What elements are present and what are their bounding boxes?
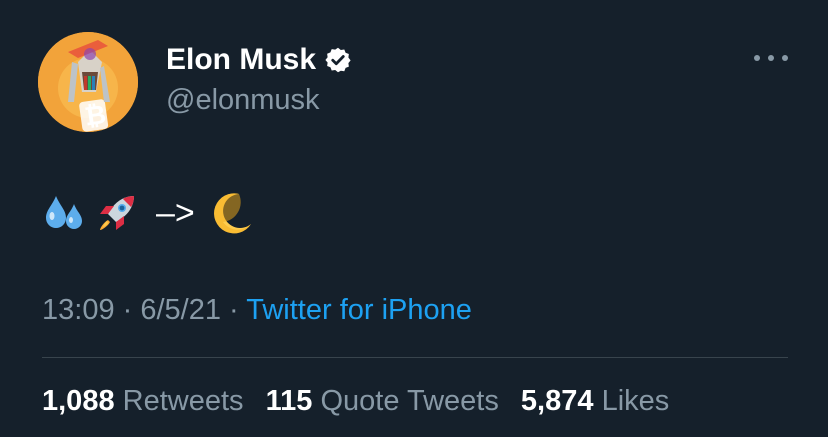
retweets-count: 1,088 xyxy=(42,385,115,417)
tweet-time[interactable]: 13:09 xyxy=(42,294,115,326)
tweet-source-link[interactable]: Twitter for iPhone xyxy=(246,294,472,326)
verified-badge-icon xyxy=(324,46,352,74)
sweat-droplets-icon xyxy=(46,196,82,229)
likes-count: 5,874 xyxy=(520,385,594,417)
retweets-label: Retweets xyxy=(122,385,244,417)
author-display-name[interactable]: Elon Musk xyxy=(166,40,316,80)
tweet-meta: 13:09 · 6/5/21 · Twitter for iPhone xyxy=(42,290,472,330)
quote-tweets-count: 115 xyxy=(265,385,313,417)
tweet-stats: 1,088 Retweets 115 Quote Tweets 5,874 Li… xyxy=(42,381,683,421)
avatar-image: ₿ xyxy=(38,32,138,132)
meta-separator: · xyxy=(114,294,141,326)
author-handle[interactable]: @elonmusk xyxy=(166,82,320,118)
meta-separator: · xyxy=(221,294,247,326)
tweet-text: –> xyxy=(42,188,261,238)
likes-label: Likes xyxy=(601,385,670,417)
tweet-card: ₿ Elon Musk @elonmusk –> 13:09 · 6/5/21 … xyxy=(0,0,828,437)
divider xyxy=(42,357,788,358)
crescent-moon-icon xyxy=(213,193,251,234)
retweets-stat[interactable]: 1,088 Retweets xyxy=(42,381,244,421)
likes-stat[interactable]: 5,874 Likes xyxy=(521,381,669,421)
arrow-text: –> xyxy=(156,194,195,232)
quote-tweets-stat[interactable]: 115 Quote Tweets xyxy=(266,381,499,421)
rocket-icon xyxy=(100,196,134,230)
more-dot xyxy=(782,55,788,61)
author-name-row[interactable]: Elon Musk xyxy=(166,40,352,80)
quote-tweets-label: Quote Tweets xyxy=(320,385,499,417)
more-options-icon[interactable] xyxy=(754,48,788,68)
svg-text:₿: ₿ xyxy=(83,100,108,132)
more-dot xyxy=(768,55,774,61)
tweet-date[interactable]: 6/5/21 xyxy=(140,294,221,326)
avatar[interactable]: ₿ xyxy=(38,32,138,132)
more-dot xyxy=(754,55,760,61)
